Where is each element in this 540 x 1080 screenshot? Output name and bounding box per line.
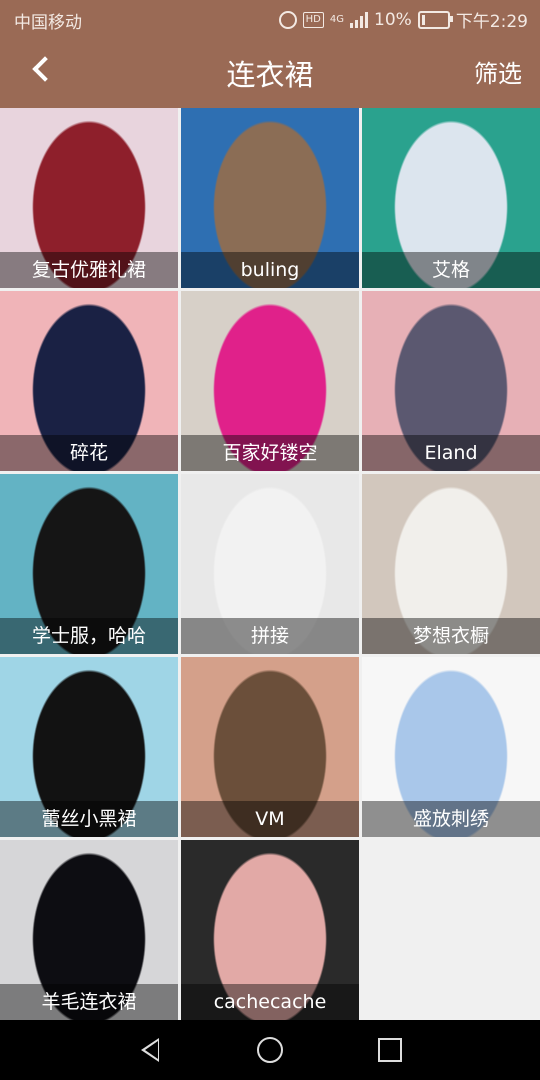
hd-icon: HD <box>302 11 324 28</box>
toolbar: 连衣裙 筛选 <box>0 36 540 108</box>
signal-icon <box>350 11 369 28</box>
dress-tile[interactable]: 梦想衣橱 <box>362 474 540 654</box>
dress-tile[interactable]: VM <box>181 657 359 837</box>
dress-tile[interactable]: 羊毛连衣裙 <box>0 840 178 1020</box>
dress-tile[interactable]: Eland <box>362 291 540 471</box>
square-recents-icon <box>378 1038 402 1062</box>
dress-tile[interactable]: 拼接 <box>181 474 359 654</box>
dress-tile[interactable]: 学士服，哈哈 <box>0 474 178 654</box>
dress-caption: 蕾丝小黑裙 <box>0 801 178 837</box>
nav-home-button[interactable] <box>256 1036 284 1064</box>
dress-caption: 艾格 <box>362 252 540 288</box>
filter-button[interactable]: 筛选 <box>474 54 522 89</box>
network-type: 4G <box>329 14 345 25</box>
dress-caption: 复古优雅礼裙 <box>0 252 178 288</box>
dress-tile[interactable]: 艾格 <box>362 108 540 288</box>
app-bar: 中国移动 HD 4G 10% 下午2:29 连衣裙 筛选 <box>0 0 540 108</box>
dress-caption: 梦想衣橱 <box>362 618 540 654</box>
system-nav-bar <box>0 1020 540 1080</box>
dress-tile[interactable]: 盛放刺绣 <box>362 657 540 837</box>
dress-grid: 复古优雅礼裙 buling 艾格 碎花 百家好镂空 Eland 学士服，哈哈 拼… <box>0 108 540 1020</box>
dress-tile[interactable]: cachecache <box>181 840 359 1020</box>
nav-back-button[interactable] <box>136 1036 164 1064</box>
dress-tile[interactable]: 百家好镂空 <box>181 291 359 471</box>
dress-caption: cachecache <box>181 984 359 1020</box>
dress-tile[interactable]: 蕾丝小黑裙 <box>0 657 178 837</box>
dress-caption: 拼接 <box>181 618 359 654</box>
battery-icon <box>417 10 453 29</box>
carrier-name: 中国移动 <box>14 13 82 33</box>
dress-caption: VM <box>181 801 359 837</box>
nav-recents-button[interactable] <box>376 1036 404 1064</box>
dress-caption: Eland <box>362 435 540 471</box>
triangle-back-icon-inner <box>145 1041 158 1059</box>
dress-tile[interactable]: buling <box>181 108 359 288</box>
circle-home-icon <box>257 1037 283 1063</box>
alarm-icon <box>278 10 297 29</box>
dress-caption: 碎花 <box>0 435 178 471</box>
page-title: 连衣裙 <box>226 58 314 92</box>
dress-caption: 百家好镂空 <box>181 435 359 471</box>
dress-caption: buling <box>181 252 359 288</box>
dress-tile[interactable]: 碎花 <box>0 291 178 471</box>
dress-caption: 羊毛连衣裙 <box>0 984 178 1020</box>
status-icons: HD 4G 10% 下午2:29 <box>278 7 528 32</box>
clock: 下午2:29 <box>455 12 528 32</box>
battery-percent: 10% <box>374 9 412 30</box>
dress-tile[interactable]: 复古优雅礼裙 <box>0 108 178 288</box>
dress-caption: 学士服，哈哈 <box>0 618 178 654</box>
dress-caption: 盛放刺绣 <box>362 801 540 837</box>
status-bar: 中国移动 HD 4G 10% 下午2:29 <box>0 0 540 36</box>
